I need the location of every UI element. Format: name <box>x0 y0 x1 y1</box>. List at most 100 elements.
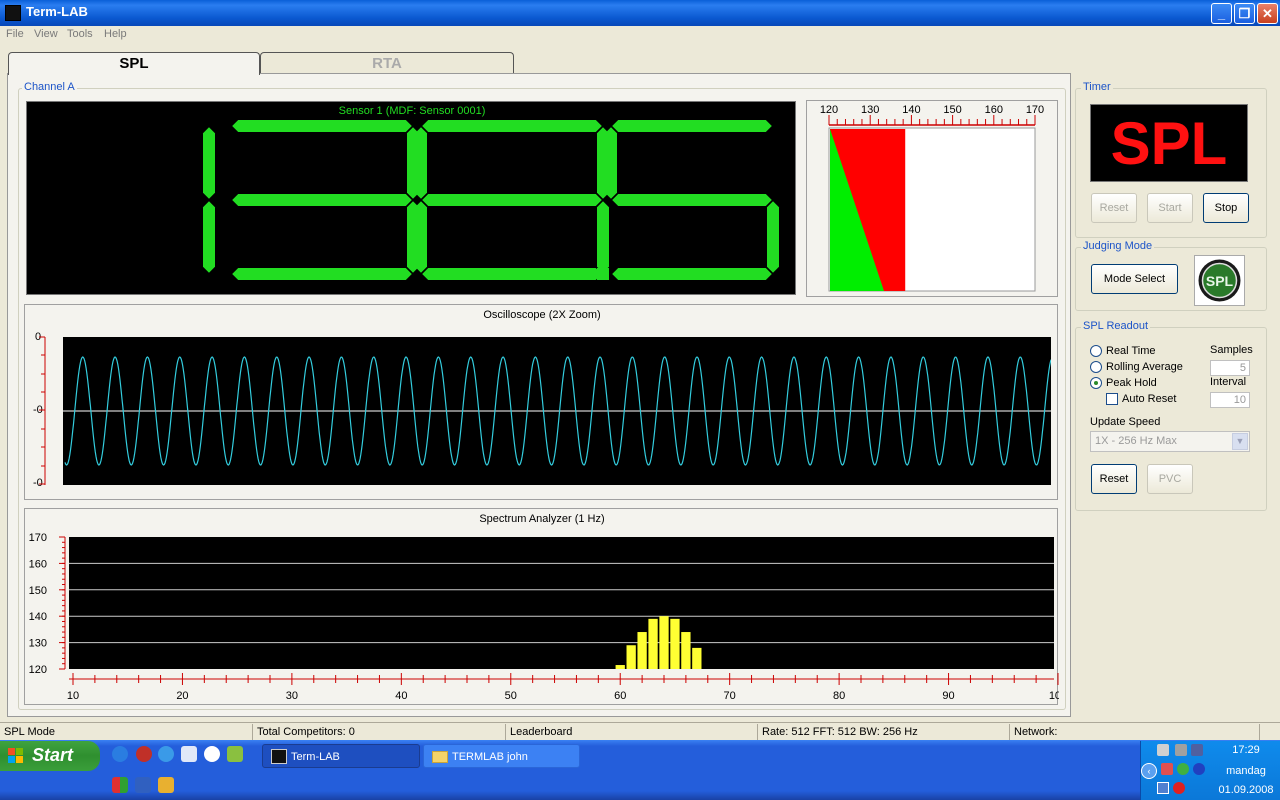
radio-peak-hold[interactable] <box>1090 377 1102 389</box>
digit-segment <box>422 194 602 206</box>
digit-segment <box>203 127 215 199</box>
interval-label: Interval <box>1210 376 1247 388</box>
bar-meter-tick-label: 130 <box>861 104 879 116</box>
decimal-point <box>597 268 609 280</box>
bar-meter-tick-label: 160 <box>985 104 1003 116</box>
clock-time[interactable]: 17:29 <box>1211 744 1280 756</box>
network-icon[interactable] <box>1157 744 1169 756</box>
pvc-button[interactable]: PVC <box>1147 464 1193 494</box>
media-app-icon[interactable] <box>136 746 152 762</box>
minimize-button[interactable]: _ <box>1211 3 1232 24</box>
interval-input[interactable]: 10 <box>1210 392 1250 408</box>
wireless-icon[interactable] <box>1175 744 1187 756</box>
close-button[interactable]: ✕ <box>1257 3 1278 24</box>
bar-meter-tick-label: 170 <box>1026 104 1044 116</box>
timer-display: SPL <box>1090 104 1248 182</box>
menu-tools[interactable]: Tools <box>67 28 93 40</box>
tools-icon[interactable] <box>158 777 174 793</box>
timer-stop-button[interactable]: Stop <box>1203 193 1249 223</box>
browser-icon[interactable] <box>158 746 174 762</box>
judging-mode-label: Judging Mode <box>1081 240 1155 252</box>
security-alert-icon[interactable] <box>1161 763 1173 775</box>
disconnected-network-icon[interactable] <box>1191 744 1203 756</box>
update-speed-select[interactable]: 1X - 256 Hz Max ▼ <box>1090 431 1250 452</box>
radio-rolling-average[interactable] <box>1090 361 1102 373</box>
digit-segment <box>597 201 609 273</box>
windows-logo-icon <box>8 748 24 764</box>
auto-reset-label: Auto Reset <box>1122 393 1177 405</box>
digit-segment <box>422 268 602 280</box>
digit-segment <box>415 127 427 199</box>
bar-meter-tick-label: 140 <box>902 104 920 116</box>
spectrum-x-tick-label: 10 <box>67 690 79 702</box>
spectrum-bar <box>670 618 680 669</box>
task-termlab-folder[interactable]: TERMLAB john <box>423 744 580 768</box>
radio-real-time[interactable] <box>1090 345 1102 357</box>
samples-input[interactable]: 5 <box>1210 360 1250 376</box>
digit-segment <box>612 194 772 206</box>
clock-date: 01.09.2008 <box>1218 784 1274 796</box>
spl-bar-meter: 120 130 140 150 160 170 <box>806 100 1058 297</box>
menu-help[interactable]: Help <box>104 28 127 40</box>
digit-segment <box>203 201 215 273</box>
digit-segment <box>612 120 772 132</box>
show-desktop-icon[interactable] <box>181 746 197 762</box>
spectrum-bar <box>692 647 702 669</box>
spectrum-x-tick-label: 100 <box>1049 690 1059 702</box>
tab-spl[interactable]: SPL <box>8 52 260 75</box>
timer-start-button[interactable]: Start <box>1147 193 1193 223</box>
maximize-button[interactable]: ❐ <box>1234 3 1255 24</box>
term-lab-task-icon <box>271 749 287 764</box>
utility-icon[interactable] <box>227 746 243 762</box>
digit-segment <box>605 127 617 199</box>
readout-reset-button[interactable]: Reset <box>1091 464 1137 494</box>
chevron-down-icon[interactable]: ▼ <box>1232 433 1248 450</box>
messenger-icon[interactable] <box>135 777 151 793</box>
oscilloscope-title: Oscilloscope (2X Zoom) <box>483 309 601 321</box>
status-network: Network: <box>1010 724 1260 740</box>
tab-rta[interactable]: RTA <box>260 52 514 74</box>
media-player-icon[interactable] <box>204 746 220 762</box>
status-bar: SPL Mode Total Competitors: 0 Leaderboar… <box>0 722 1280 740</box>
monitor-icon[interactable] <box>1157 782 1169 794</box>
spl-readout-label: SPL Readout <box>1081 320 1151 332</box>
samples-label: Samples <box>1210 344 1253 356</box>
spectrum-x-tick-label: 60 <box>614 690 626 702</box>
status-rate: Rate: 512 FFT: 512 BW: 256 Hz <box>758 724 1010 740</box>
spectrum-bar <box>626 645 636 669</box>
title-bar: Term-LAB _ ❐ ✕ <box>0 0 1280 26</box>
timer-reset-button[interactable]: Reset <box>1091 193 1137 223</box>
spectrum-x-tick-label: 50 <box>505 690 517 702</box>
oscilloscope-panel: Oscilloscope (2X Zoom) 0 -0 -0 <box>24 304 1058 500</box>
menu-bar: File View Tools Help <box>0 26 1280 44</box>
start-button[interactable]: Start <box>0 741 100 771</box>
task-term-lab[interactable]: Term-LAB <box>262 744 420 768</box>
spectrum-bar <box>659 616 669 669</box>
radio-rolling-average-label: Rolling Average <box>1106 361 1183 373</box>
bluetooth-icon[interactable] <box>1193 763 1205 775</box>
task-folder-label: TERMLAB john <box>452 751 528 763</box>
spectrum-bar <box>648 618 658 669</box>
update-icon[interactable] <box>1177 763 1189 775</box>
update-speed-label: Update Speed <box>1090 416 1161 428</box>
spectrum-x-tick-label: 20 <box>176 690 188 702</box>
timer-label: Timer <box>1081 81 1113 93</box>
menu-view[interactable]: View <box>34 28 58 40</box>
spectrum-y-tick-label: 140 <box>29 611 47 623</box>
chevron-left-icon[interactable]: ‹ <box>1141 763 1157 779</box>
status-mode: SPL Mode <box>0 724 253 740</box>
app-grid-icon[interactable] <box>112 777 128 793</box>
menu-file[interactable]: File <box>6 28 24 40</box>
internet-explorer-icon[interactable] <box>112 746 128 762</box>
radio-peak-hold-label: Peak Hold <box>1106 377 1157 389</box>
mode-select-button[interactable]: Mode Select <box>1091 264 1178 294</box>
auto-reset-checkbox[interactable] <box>1106 393 1118 405</box>
spectrum-x-tick-label: 90 <box>942 690 954 702</box>
oscilloscope-plot <box>39 336 1051 485</box>
digit-segment <box>422 120 602 132</box>
digit-segment <box>415 201 427 273</box>
spectrum-x-tick-label: 70 <box>724 690 736 702</box>
spectrum-bar <box>681 632 691 669</box>
spectrum-y-tick-label: 150 <box>29 585 47 597</box>
antivirus-icon[interactable] <box>1173 782 1185 794</box>
